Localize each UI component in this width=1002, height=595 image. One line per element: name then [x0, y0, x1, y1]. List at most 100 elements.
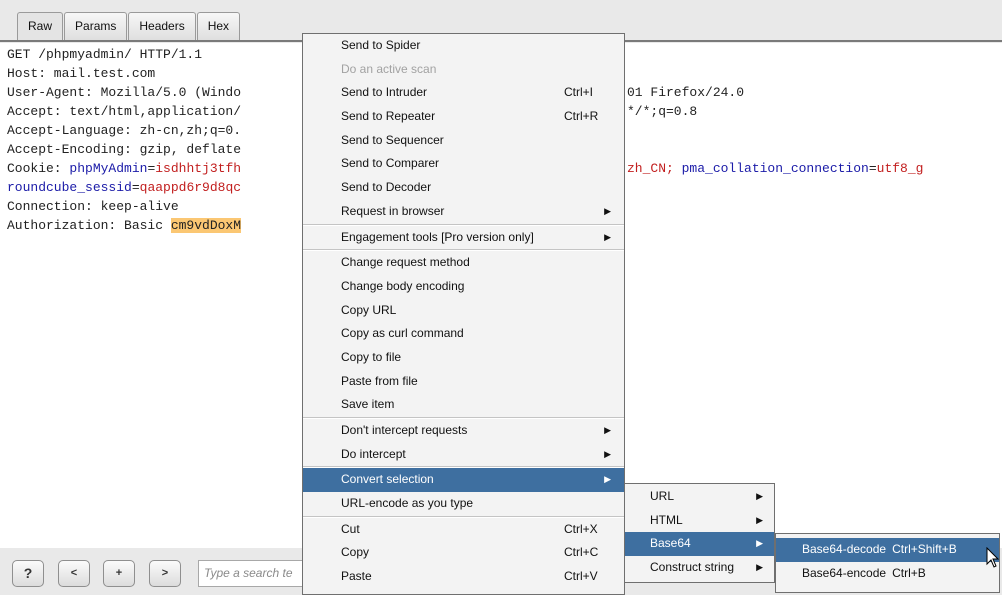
menu-item-send-to-decoder[interactable]: Send to Decoder: [303, 176, 624, 200]
submenu-arrow-icon: ▶: [604, 474, 611, 485]
menu-item-request-in-browser[interactable]: Request in browser ▶: [303, 200, 624, 224]
cookie-param-value: qaappd6r9d8qc: [139, 180, 242, 195]
mouse-cursor-icon: [986, 547, 1000, 568]
menu-shortcut: Ctrl+V: [564, 569, 598, 584]
submenu-item-url[interactable]: URL ▶: [625, 485, 774, 509]
cookie-equals: =: [131, 180, 140, 195]
menu-label: Copy as curl command: [341, 326, 464, 341]
submenu-arrow-icon: ▶: [756, 538, 763, 549]
menu-item-send-to-spider[interactable]: Send to Spider: [303, 34, 624, 58]
cookie-header: Cookie: phpMyAdmin=isdhhtj3tfh: [7, 159, 241, 178]
menu-label: Do intercept: [341, 446, 406, 461]
menu-item-send-to-repeater[interactable]: Send to Repeater Ctrl+R: [303, 105, 624, 129]
submenu-item-base64-decode[interactable]: Base64-decode Ctrl+Shift+B: [776, 538, 999, 562]
tab-headers[interactable]: Headers: [128, 12, 196, 41]
tab-params[interactable]: Params: [64, 12, 128, 41]
submenu-item-base64-encode[interactable]: Base64-encode Ctrl+B: [776, 562, 999, 586]
host-header: Host: mail.test.com: [7, 66, 156, 81]
menu-item-change-request-method[interactable]: Change request method: [303, 251, 624, 275]
menu-label: Change body encoding: [341, 278, 465, 293]
tab-raw[interactable]: Raw: [17, 12, 64, 42]
cookie-param-value: utf8_g: [876, 161, 924, 176]
cookie-param-name: roundcube_sessid: [7, 180, 132, 195]
menu-shortcut: Ctrl+X: [564, 521, 598, 536]
previous-match-button[interactable]: <: [58, 560, 90, 587]
accept-tail: */*;q=0.8: [627, 104, 698, 119]
menu-label: Send to Spider: [341, 38, 421, 52]
menu-label: HTML: [650, 512, 683, 527]
menu-label: Don't intercept requests: [341, 423, 468, 437]
user-agent-header: User-Agent: Mozilla/5.0 (Windo: [7, 85, 242, 100]
connection-header: Connection: keep-alive: [7, 199, 179, 214]
menu-label: Send to Comparer: [341, 156, 440, 171]
menu-item-do-intercept[interactable]: Do intercept ▶: [303, 443, 624, 467]
cookie-lang-value: zh_CN;: [627, 161, 682, 176]
menu-shortcut: Ctrl+C: [564, 545, 599, 560]
tab-hex[interactable]: Hex: [196, 12, 241, 41]
menu-label: Copy to file: [341, 349, 402, 364]
menu-item-url-encode-as-you-type[interactable]: URL-encode as you type: [303, 492, 624, 516]
cookie-param-value: isdhhtj3tfh: [155, 161, 242, 176]
help-button[interactable]: ?: [12, 560, 44, 587]
authorization-label: Authorization: Basic: [7, 218, 171, 233]
menu-item-copy-url[interactable]: Copy URL: [303, 299, 624, 323]
submenu-item-construct-string[interactable]: Construct string ▶: [625, 556, 774, 580]
submenu-item-html[interactable]: HTML ▶: [625, 509, 774, 533]
cookie-param-name: phpMyAdmin: [69, 161, 148, 176]
menu-item-change-body-encoding[interactable]: Change body encoding: [303, 275, 624, 299]
menu-shortcut: Ctrl+I: [564, 85, 594, 100]
menu-item-engagement-tools[interactable]: Engagement tools [Pro version only] ▶: [303, 226, 624, 250]
submenu-arrow-icon: ▶: [604, 425, 611, 435]
menu-item-copy-as-curl[interactable]: Copy as curl command: [303, 322, 624, 346]
menu-item-paste[interactable]: Paste Ctrl+V: [303, 565, 624, 589]
menu-item-dont-intercept[interactable]: Don't intercept requests ▶: [303, 419, 624, 443]
menu-label: Send to Decoder: [341, 180, 432, 195]
menu-shortcut: Ctrl+B: [892, 565, 926, 580]
menu-item-send-to-comparer[interactable]: Send to Comparer: [303, 152, 624, 176]
search-options-button[interactable]: +: [103, 560, 135, 587]
context-menu: Send to Spider Do an active scan Send to…: [302, 33, 625, 595]
menu-item-paste-from-file[interactable]: Paste from file: [303, 370, 624, 394]
menu-item-save-item[interactable]: Save item: [303, 393, 624, 417]
menu-label: URL-encode as you type: [341, 496, 474, 511]
next-match-button[interactable]: >: [149, 560, 181, 587]
convert-selection-submenu: URL ▶ HTML ▶ Base64 ▶ Construct string ▶: [624, 483, 775, 583]
base64-submenu: Base64-decode Ctrl+Shift+B Base64-encode C…: [775, 533, 1000, 593]
menu-item-active-scan: Do an active scan: [303, 58, 624, 82]
cookie-header-tail: zh_CN; pma_collation_connection=utf8_g: [627, 159, 923, 178]
menu-label: Base64-decode: [802, 542, 887, 556]
accept-header: Accept: text/html,application/: [7, 104, 242, 119]
menu-shortcut: Ctrl+Shift+B: [892, 542, 957, 556]
submenu-arrow-icon: ▶: [604, 205, 611, 216]
menu-item-cut[interactable]: Cut Ctrl+X: [303, 518, 624, 542]
menu-item-convert-selection[interactable]: Convert selection ▶: [303, 468, 624, 493]
submenu-item-base64[interactable]: Base64 ▶: [625, 532, 774, 557]
menu-item-copy-to-file[interactable]: Copy to file: [303, 346, 624, 370]
request-line: GET /phpmyadmin/ HTTP/1.1: [7, 47, 203, 62]
cookie-param-name: pma_collation_connection: [681, 161, 869, 176]
selected-text[interactable]: cm9vdDoxM: [170, 218, 242, 233]
submenu-arrow-icon: ▶: [604, 231, 611, 242]
menu-label: Do an active scan: [341, 61, 437, 76]
accept-encoding-header: Accept-Encoding: gzip, deflate: [7, 142, 242, 157]
menu-label: Base64: [650, 536, 691, 551]
menu-item-send-to-sequencer[interactable]: Send to Sequencer: [303, 129, 624, 153]
menu-label: Convert selection: [341, 472, 434, 487]
menu-label: Send to Repeater: [341, 109, 436, 124]
menu-label: Change request method: [341, 255, 470, 270]
menu-label: Request in browser: [341, 203, 445, 218]
search-input[interactable]: Type a search te: [198, 560, 308, 587]
roundcube-cookie: roundcube_sessid=qaappd6r9d8qc: [7, 178, 241, 197]
menu-label: Paste from file: [341, 373, 418, 388]
menu-label: Send to Intruder: [341, 85, 428, 100]
menu-label: Paste: [341, 569, 372, 584]
menu-item-copy[interactable]: Copy Ctrl+C: [303, 541, 624, 565]
menu-label: Save item: [341, 397, 395, 412]
menu-item-send-to-intruder[interactable]: Send to Intruder Ctrl+I: [303, 81, 624, 105]
menu-label: Copy URL: [341, 302, 397, 317]
editor-tabs: Raw Params Headers Hex: [17, 12, 241, 42]
submenu-arrow-icon: ▶: [756, 491, 763, 501]
user-agent-tail: 01 Firefox/24.0: [627, 85, 745, 100]
menu-label: Construct string: [650, 560, 735, 575]
menu-shortcut: Ctrl+R: [564, 109, 599, 124]
